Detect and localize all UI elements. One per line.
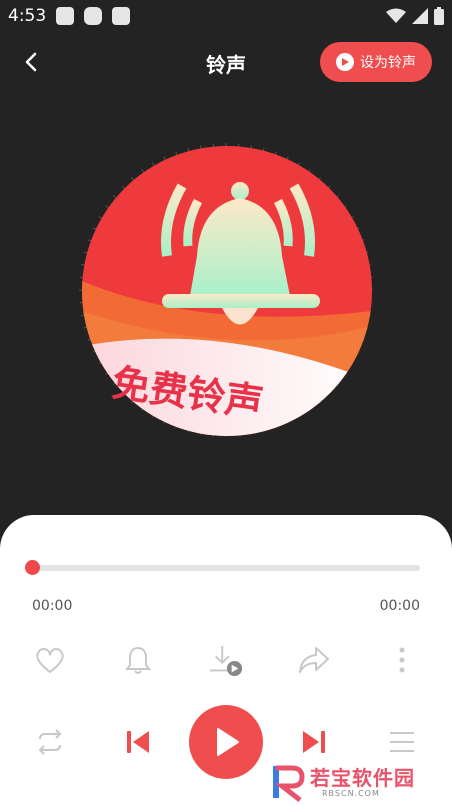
total-time: 00:00 <box>379 598 420 614</box>
battery-icon <box>434 7 444 25</box>
set-ringtone-label: 设为铃声 <box>360 55 416 71</box>
notification-icon <box>112 7 130 25</box>
current-time: 00:00 <box>32 598 73 614</box>
share-icon <box>299 647 329 673</box>
status-icons <box>386 7 444 25</box>
bell-icon <box>125 646 151 674</box>
more-button[interactable] <box>384 642 420 678</box>
notification-icon <box>84 7 102 25</box>
watermark-site: RBSCN.COM <box>322 789 380 798</box>
next-button[interactable] <box>296 724 332 760</box>
play-icon <box>217 728 239 756</box>
more-icon <box>399 647 405 673</box>
next-icon <box>303 731 325 753</box>
play-button[interactable] <box>189 705 263 779</box>
watermark: 若宝软件园 RBSCN.COM <box>270 760 452 805</box>
progress-bar[interactable] <box>32 565 420 571</box>
favorite-button[interactable] <box>32 642 68 678</box>
previous-button[interactable] <box>120 724 156 760</box>
share-button[interactable] <box>296 642 332 678</box>
playlist-button[interactable] <box>384 724 420 760</box>
progress-knob[interactable] <box>24 560 40 575</box>
heart-icon <box>36 648 64 674</box>
repeat-icon <box>38 729 62 755</box>
playlist-icon <box>390 732 414 752</box>
status-time: 4:53 <box>8 6 47 26</box>
title-bar: 铃声 设为铃声 <box>0 40 452 84</box>
wifi-icon <box>386 8 406 23</box>
album-art: 免费铃声 <box>82 146 372 436</box>
previous-icon <box>127 731 149 753</box>
brand-logo-icon <box>273 765 305 802</box>
play-circle-icon <box>336 53 354 71</box>
download-button[interactable] <box>208 642 244 678</box>
download-icon <box>209 645 243 677</box>
signal-icon <box>412 8 428 24</box>
alarm-button[interactable] <box>120 642 156 678</box>
repeat-button[interactable] <box>32 724 68 760</box>
status-bar: 4:53 <box>0 0 452 34</box>
set-ringtone-button[interactable]: 设为铃声 <box>320 42 432 82</box>
watermark-brand: 若宝软件园 <box>310 766 415 790</box>
notification-icon <box>56 7 74 25</box>
